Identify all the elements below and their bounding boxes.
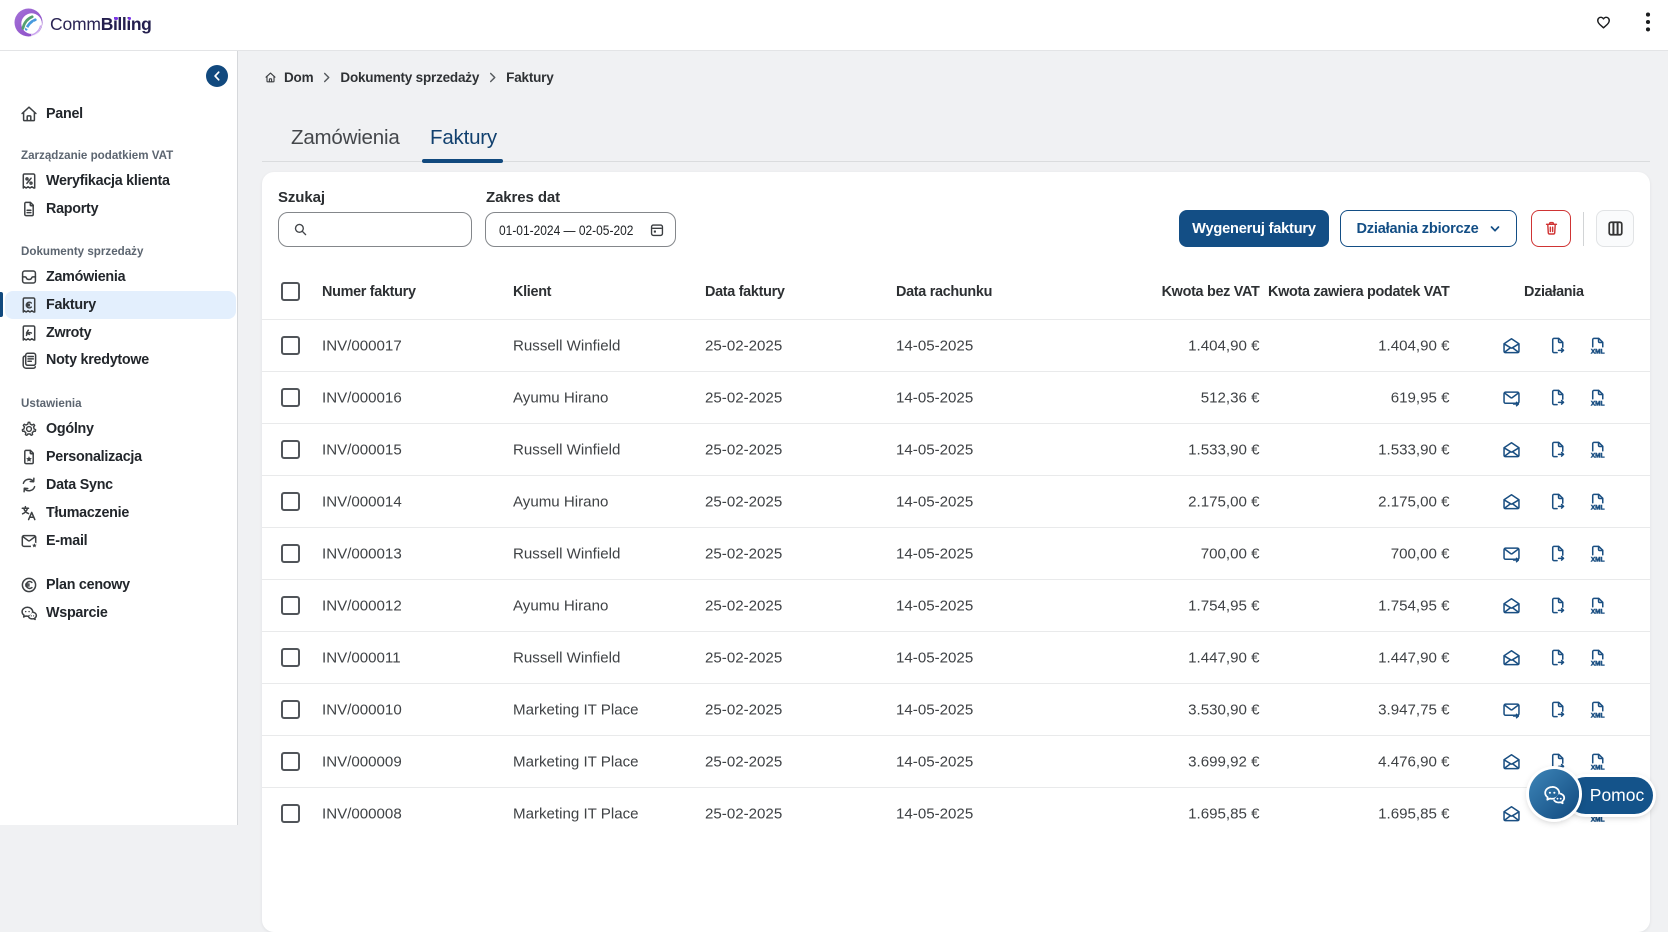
svg-text:XML: XML	[1591, 816, 1605, 823]
svg-text:XML: XML	[1591, 764, 1605, 771]
svg-text:XML: XML	[1591, 660, 1605, 667]
svg-text:XML: XML	[1591, 400, 1605, 407]
svg-text:XML: XML	[1591, 712, 1605, 719]
svg-text:XML: XML	[1591, 348, 1605, 355]
svg-text:XML: XML	[1591, 556, 1605, 563]
svg-text:XML: XML	[1591, 452, 1605, 459]
svg-text:XML: XML	[1591, 504, 1605, 511]
svg-text:XML: XML	[1591, 608, 1605, 615]
